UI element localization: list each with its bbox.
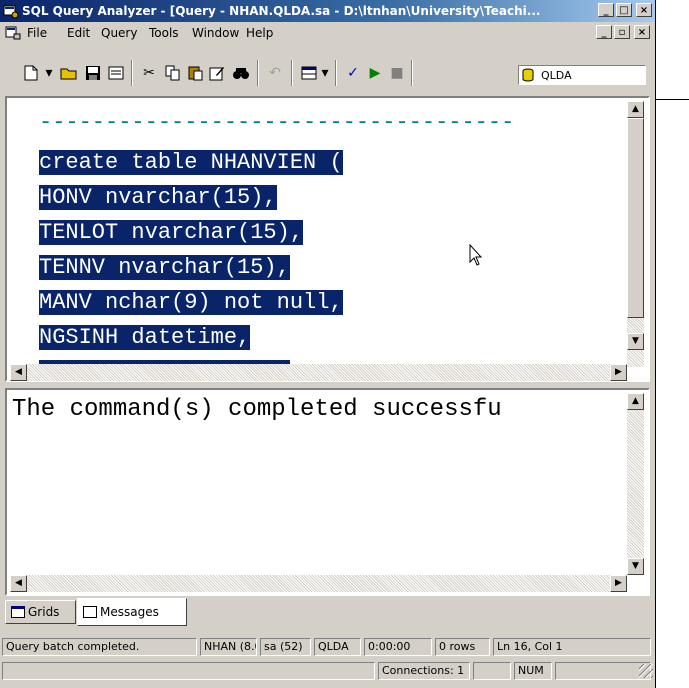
status-connections: Connections: 1 bbox=[378, 662, 470, 680]
mdi-minimize-button[interactable]: _ bbox=[596, 25, 612, 39]
menu-file[interactable]: File bbox=[27, 26, 47, 40]
status-message: Query batch completed. bbox=[2, 638, 197, 656]
resize-grip-icon[interactable] bbox=[639, 664, 653, 678]
toolbar-separator bbox=[257, 60, 259, 86]
maximize-button[interactable]: □ bbox=[616, 3, 632, 17]
open-icon[interactable] bbox=[58, 62, 80, 84]
close-button[interactable]: × bbox=[636, 3, 652, 17]
find-icon[interactable] bbox=[230, 62, 252, 84]
mouse-cursor-icon bbox=[469, 244, 483, 266]
scroll-left-button[interactable]: ◀ bbox=[10, 364, 27, 381]
copy-icon[interactable] bbox=[162, 62, 184, 84]
status-bar: Query batch completed. NHAN (8.0) sa (52… bbox=[0, 636, 655, 658]
code-comment-line: ------------------------------------ bbox=[39, 110, 515, 135]
database-icon bbox=[522, 68, 534, 82]
menu-help[interactable]: Help bbox=[246, 26, 273, 40]
results-pane[interactable]: The command(s) completed successfu ▲ ▼ ◀… bbox=[5, 388, 650, 596]
cut-icon[interactable]: ✂ bbox=[138, 62, 160, 84]
new-query-icon[interactable] bbox=[20, 62, 42, 84]
status-blank-panel bbox=[473, 662, 511, 680]
code-line: create table NHANVIEN ( bbox=[39, 150, 343, 175]
results-horizontal-scrollbar[interactable]: ◀ ▶ bbox=[10, 575, 627, 592]
results-message: The command(s) completed successfu bbox=[12, 396, 502, 423]
query-analyzer-icon bbox=[3, 5, 19, 19]
status-trailing-panel bbox=[555, 662, 651, 680]
mdi-restore-button[interactable]: ▫ bbox=[614, 25, 630, 39]
menu-query[interactable]: Query bbox=[101, 26, 137, 40]
toolbar: ▾ ✂ ↶ ▾ ✓ ▶ ■ QLDA bbox=[0, 46, 655, 96]
load-script-icon[interactable] bbox=[105, 62, 127, 84]
window-title: SQL Query Analyzer - [Query - NHAN.QLDA.… bbox=[22, 4, 541, 18]
messages-icon bbox=[83, 606, 97, 618]
status-user: sa (52) bbox=[260, 638, 311, 656]
paste-icon[interactable] bbox=[184, 62, 206, 84]
status-cursor-position: Ln 16, Col 1 bbox=[493, 638, 651, 656]
query-editor[interactable]: ------------------------------------ cre… bbox=[10, 101, 627, 367]
menu-window[interactable]: Window bbox=[192, 26, 239, 40]
status-elapsed-time: 0:00:00 bbox=[364, 638, 432, 656]
editor-vertical-scrollbar[interactable]: ▲ ▼ bbox=[627, 101, 644, 367]
menu-edit[interactable]: Edit bbox=[67, 26, 90, 40]
status-server: NHAN (8.0) bbox=[200, 638, 257, 656]
query-analyzer-window: SQL Query Analyzer - [Query - NHAN.QLDA.… bbox=[0, 0, 656, 688]
check-syntax-icon[interactable]: ✓ bbox=[342, 62, 364, 84]
toolbar-separator bbox=[411, 60, 413, 86]
results-grid-dropdown-icon[interactable]: ▾ bbox=[320, 62, 330, 84]
save-icon[interactable] bbox=[82, 62, 104, 84]
status-bar-secondary: Connections: 1 NUM bbox=[0, 660, 655, 682]
scroll-left-button[interactable]: ◀ bbox=[10, 575, 27, 592]
results-vertical-scrollbar[interactable]: ▲ ▼ bbox=[627, 393, 644, 575]
title-bar[interactable]: SQL Query Analyzer - [Query - NHAN.QLDA.… bbox=[0, 0, 655, 22]
status-row-count: 0 rows bbox=[435, 638, 490, 656]
mdi-document-icon[interactable] bbox=[5, 25, 21, 41]
status-database: QLDA bbox=[314, 638, 361, 656]
status-empty-panel bbox=[2, 662, 375, 680]
results-grid-icon[interactable] bbox=[298, 62, 320, 84]
toolbar-separator bbox=[335, 60, 337, 86]
query-editor-pane[interactable]: ------------------------------------ cre… bbox=[5, 96, 650, 382]
scroll-thumb[interactable] bbox=[627, 118, 644, 318]
status-num-lock: NUM bbox=[514, 662, 552, 680]
editor-horizontal-scrollbar[interactable]: ◀ ▶ bbox=[10, 364, 627, 381]
undo-icon[interactable]: ↶ bbox=[264, 62, 286, 84]
divider-line bbox=[655, 99, 689, 100]
scroll-down-button[interactable]: ▼ bbox=[627, 558, 644, 575]
mdi-close-button[interactable]: × bbox=[634, 25, 650, 39]
edit-icon[interactable] bbox=[206, 62, 228, 84]
execute-icon[interactable]: ▶ bbox=[364, 62, 386, 84]
tab-grids-label: Grids bbox=[28, 605, 60, 619]
scroll-up-button[interactable]: ▲ bbox=[627, 101, 644, 118]
database-select[interactable]: QLDA bbox=[518, 65, 646, 85]
code-line: NGSINH datetime, bbox=[39, 325, 251, 350]
tab-grids[interactable]: Grids bbox=[5, 600, 76, 624]
toolbar-separator bbox=[291, 60, 293, 86]
scroll-right-button[interactable]: ▶ bbox=[610, 575, 627, 592]
grid-icon bbox=[11, 606, 25, 618]
new-query-dropdown-icon[interactable]: ▾ bbox=[44, 62, 54, 84]
toolbar-separator bbox=[131, 60, 133, 86]
code-line: HONV nvarchar(15), bbox=[39, 185, 277, 210]
code-line: MANV nchar(9) not null, bbox=[39, 290, 343, 315]
scroll-right-button[interactable]: ▶ bbox=[610, 364, 627, 381]
code-line: TENNV nvarchar(15), bbox=[39, 255, 290, 280]
code-line: TENLOT nvarchar(15), bbox=[39, 220, 304, 245]
stop-icon[interactable]: ■ bbox=[386, 62, 408, 84]
database-select-value: QLDA bbox=[541, 69, 572, 82]
tab-messages[interactable]: Messages bbox=[77, 598, 187, 626]
menu-tools[interactable]: Tools bbox=[149, 26, 179, 40]
menu-bar: File Edit Query Tools Window Help _ ▫ × bbox=[0, 22, 655, 44]
tab-messages-label: Messages bbox=[100, 605, 159, 619]
minimize-button[interactable]: _ bbox=[598, 3, 614, 17]
scroll-down-button[interactable]: ▼ bbox=[627, 333, 644, 350]
scroll-up-button[interactable]: ▲ bbox=[627, 393, 644, 410]
